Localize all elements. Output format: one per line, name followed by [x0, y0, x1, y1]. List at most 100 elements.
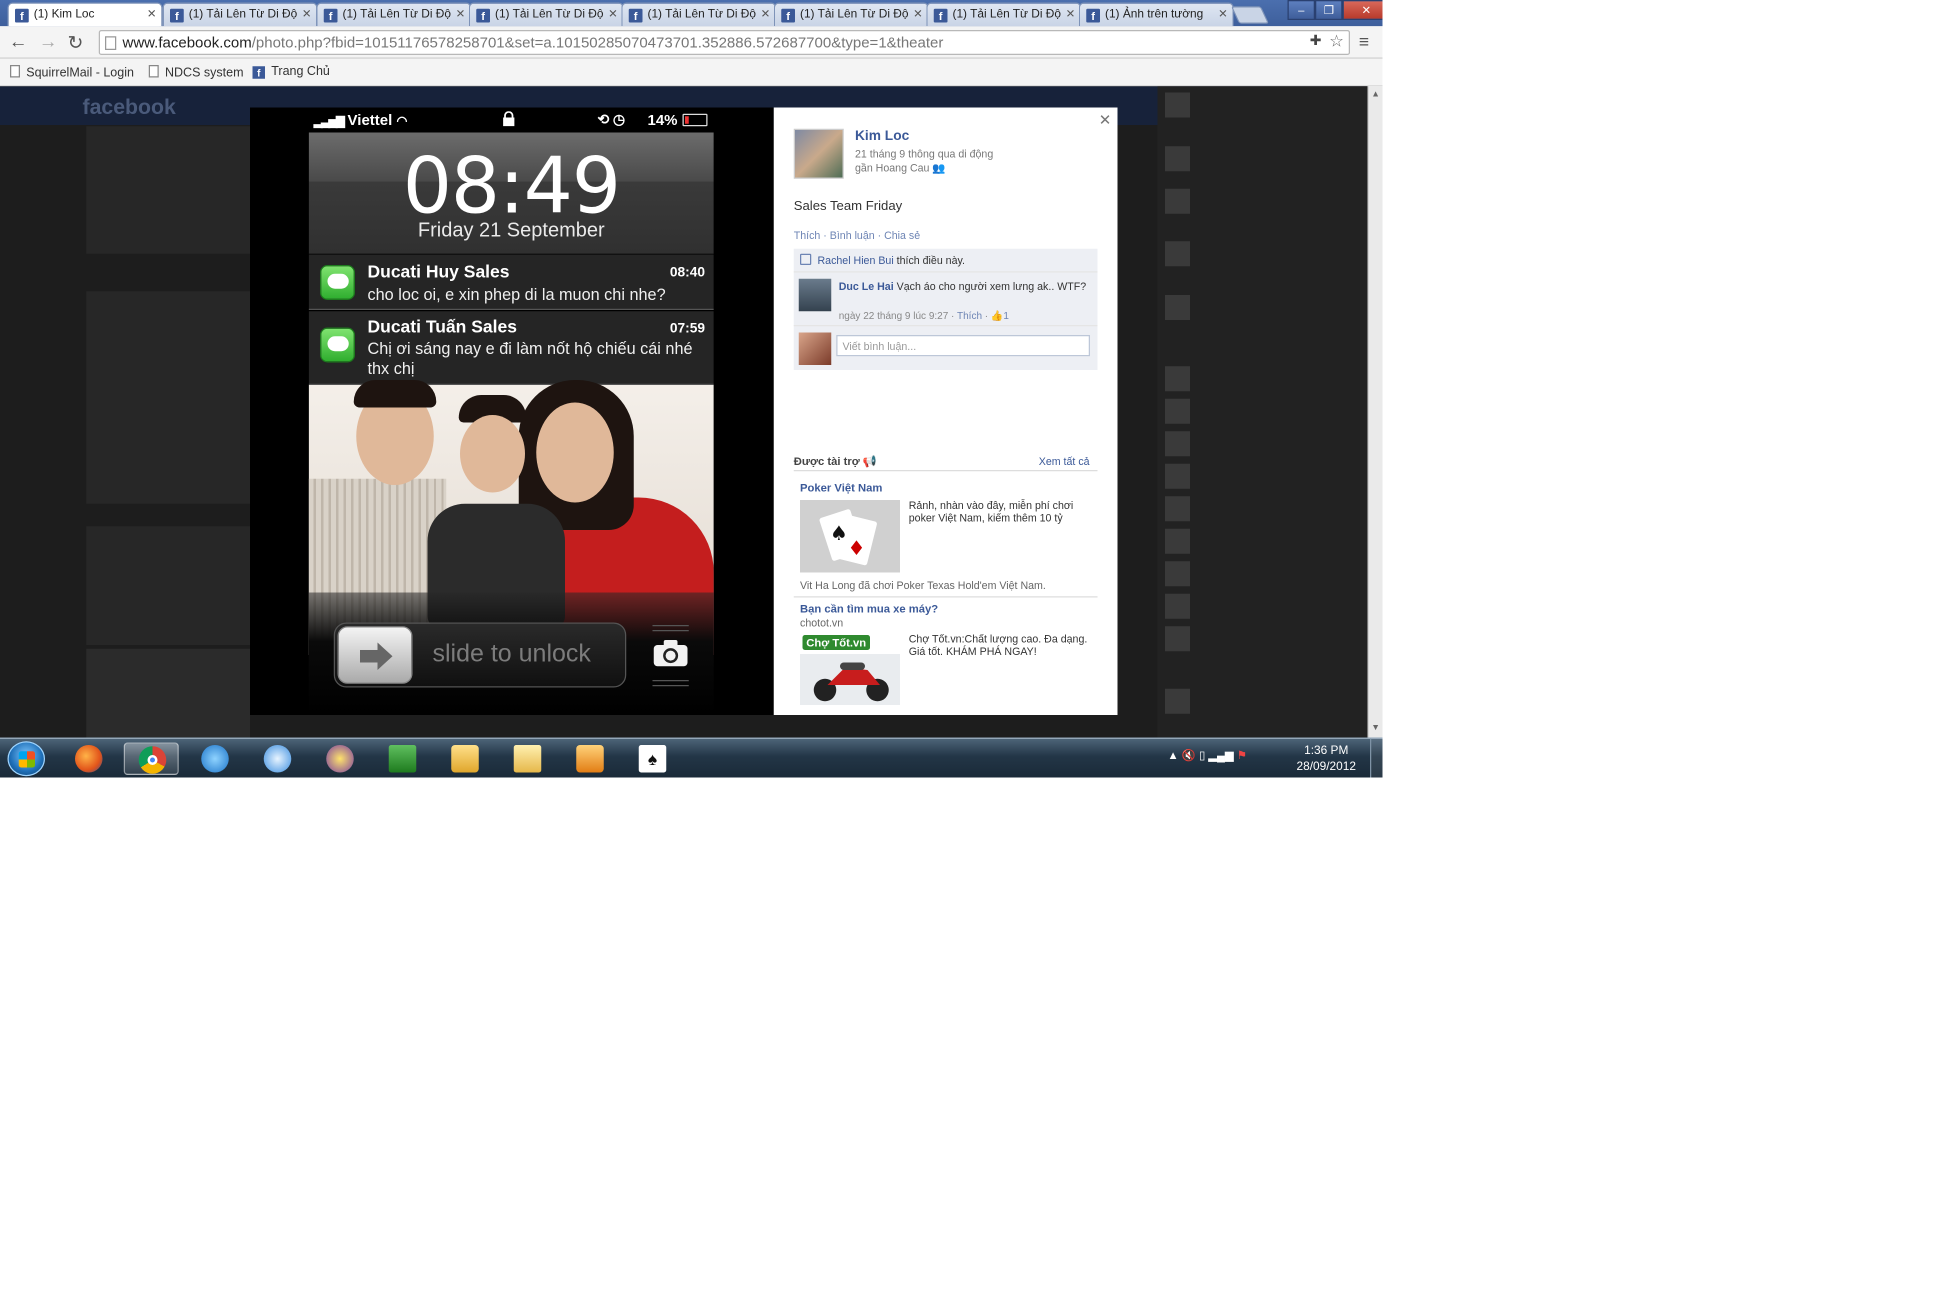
close-tab-icon[interactable]: ✕ — [913, 8, 922, 22]
lockscreen-time: 08:49 — [402, 140, 621, 232]
yahoo-messenger-taskbar-button[interactable] — [313, 743, 368, 776]
back-icon[interactable]: ← — [9, 31, 28, 52]
tab-upload-mobile[interactable]: f (1) Tải Lên Từ Di Độ ✕ — [621, 2, 777, 27]
outlook-taskbar-button[interactable] — [438, 743, 493, 776]
carrier-label: ▂▃▅▇ Viettel ◠ — [313, 111, 408, 129]
avatar — [1165, 188, 1190, 214]
internet-explorer-taskbar-button[interactable] — [188, 743, 243, 776]
comment-like-link[interactable]: Thích — [957, 310, 982, 321]
forward-icon[interactable]: → — [39, 31, 58, 52]
tab-upload-mobile[interactable]: f (1) Tải Lên Từ Di Độ ✕ — [926, 2, 1082, 27]
camera-icon[interactable] — [653, 638, 689, 668]
unlock-slider-knob[interactable] — [337, 626, 413, 684]
close-tab-icon[interactable]: ✕ — [1218, 8, 1227, 22]
tab-kim-loc[interactable]: f (1) Kim Loc ✕ — [7, 2, 163, 27]
battery-tray-icon[interactable]: ▯ — [1199, 749, 1205, 762]
taskbar-clock[interactable]: 1:36 PM 28/09/2012 — [1288, 743, 1366, 776]
system-tray-icons[interactable]: ▲ 🔇 ▯ ▂▄▆ ⚑ — [1168, 749, 1247, 763]
action-center-flag-icon[interactable]: ⚑ — [1237, 749, 1247, 762]
owner-name-link[interactable]: Kim Loc — [855, 129, 909, 144]
page-icon — [10, 65, 20, 78]
close-tab-icon[interactable]: ✕ — [456, 8, 465, 22]
like-comment-share-links[interactable]: Thích · Bình luận · Chia sẻ — [794, 229, 920, 242]
photo-caption: Sales Team Friday — [793, 198, 903, 214]
feedback-box: Rachel Hien Bui thích điều này. Duc Le H… — [793, 248, 1098, 370]
tab-label: (1) Tải Lên Từ Di Độ — [495, 7, 604, 22]
phone-status-bar: ▂▃▅▇ Viettel ◠ ⟲ ◷ 14% — [308, 107, 714, 133]
solitaire-taskbar-button[interactable]: ♠ — [625, 743, 680, 776]
bookmarks-bar: SquirrelMail - Login NDCS system f Trang … — [0, 58, 1383, 87]
avatar — [1165, 528, 1190, 554]
post-timestamp[interactable]: 21 tháng 9 thông qua di động — [855, 148, 993, 161]
extension-puzzle-icon[interactable]: ✚ — [1310, 33, 1322, 49]
itunes-taskbar-button[interactable] — [250, 743, 305, 776]
tab-upload-mobile[interactable]: f (1) Tải Lên Từ Di Độ ✕ — [162, 2, 318, 27]
menu-icon[interactable]: ≡ — [1359, 31, 1369, 51]
start-button[interactable] — [7, 741, 45, 777]
avatar — [1165, 688, 1190, 714]
firefox-taskbar-button[interactable] — [61, 743, 116, 776]
bookmark-trang-chu[interactable]: f Trang Chủ — [252, 65, 330, 79]
poker-cards-ad-image[interactable]: ♠♦ — [800, 500, 900, 573]
facebook-favicon-icon: f — [252, 66, 265, 79]
like-thumb-icon — [800, 253, 812, 265]
page-scrollbar[interactable]: ▲ ▼ — [1367, 86, 1383, 738]
excel-taskbar-button[interactable] — [375, 743, 430, 776]
close-tab-icon[interactable]: ✕ — [761, 8, 770, 22]
commenter-avatar[interactable] — [798, 278, 832, 312]
commenter-name-link[interactable]: Duc Le Hai — [839, 280, 894, 293]
close-tab-icon[interactable]: ✕ — [302, 8, 311, 22]
volume-muted-icon[interactable]: 🔇 — [1182, 749, 1196, 762]
camera-grip-line — [652, 680, 689, 682]
show-hidden-icons-icon[interactable]: ▲ — [1168, 749, 1179, 762]
comment-date[interactable]: ngày 22 tháng 9 lúc 9:27 — [839, 310, 949, 321]
sponsored-header: Được tài trợ 📢 — [793, 455, 877, 468]
notification-time: 08:40 — [669, 265, 705, 280]
bookmark-ndcs[interactable]: NDCS system — [148, 65, 243, 80]
address-bar[interactable]: www.facebook.com/photo.php?fbid=10151176… — [98, 30, 1350, 55]
bookmark-star-icon[interactable]: ☆ — [1329, 31, 1344, 51]
reload-icon[interactable]: ↻ — [68, 31, 84, 54]
tab-label: (1) Tải Lên Từ Di Độ — [188, 7, 298, 22]
tab-label: (1) Ảnh trên tường — [1105, 7, 1204, 22]
ad-description: Rảnh, nhàn vào đây, miễn phí chơi poker … — [908, 498, 1074, 524]
close-tab-icon[interactable]: ✕ — [147, 8, 156, 22]
owner-profile-picture[interactable] — [793, 128, 844, 179]
show-desktop-button[interactable] — [1370, 738, 1383, 778]
scroll-down-icon[interactable]: ▼ — [1371, 724, 1380, 733]
comment-meta: ngày 22 tháng 9 lúc 9:27 · Thích · 👍1 — [838, 310, 1009, 322]
messages-icon — [320, 265, 355, 300]
facebook-logo: facebook — [82, 95, 176, 119]
explorer-taskbar-button[interactable] — [500, 743, 555, 776]
new-tab-button[interactable] — [1230, 6, 1270, 24]
ad-title-link[interactable]: Bạn cần tìm mua xe máy? — [800, 603, 938, 616]
close-tab-icon[interactable]: ✕ — [608, 8, 617, 22]
camera-grip-line — [652, 685, 689, 687]
tab-upload-mobile[interactable]: f (1) Tải Lên Từ Di Độ ✕ — [316, 2, 472, 27]
media-player-taskbar-button[interactable] — [563, 743, 618, 776]
close-window-icon[interactable]: ✕ — [1342, 0, 1383, 20]
chrome-taskbar-button[interactable] — [123, 742, 179, 775]
network-signal-icon[interactable]: ▂▄▆ — [1208, 749, 1233, 762]
itunes-icon — [263, 745, 292, 773]
maximize-icon[interactable]: ❐ — [1315, 0, 1343, 20]
facebook-favicon-icon: f — [170, 8, 184, 23]
tab-wall-photos[interactable]: f (1) Ảnh trên tường ✕ — [1078, 2, 1234, 27]
close-theater-icon[interactable]: ✕ — [1099, 111, 1112, 129]
minimize-icon[interactable]: – — [1287, 0, 1315, 20]
comment-like-count[interactable]: 👍1 — [991, 310, 1009, 321]
comment-input[interactable]: Viết bình luận... — [836, 335, 1090, 357]
scroll-up-icon[interactable]: ▲ — [1371, 90, 1380, 99]
close-tab-icon[interactable]: ✕ — [1066, 8, 1075, 22]
tab-upload-mobile[interactable]: f (1) Tải Lên Từ Di Độ ✕ — [773, 2, 929, 27]
motorbike-ad-image[interactable]: Chợ Tốt.vn — [800, 632, 900, 705]
tab-upload-mobile[interactable]: f (1) Tải Lên Từ Di Độ ✕ — [468, 2, 624, 27]
windows-taskbar: ♠ ▲ 🔇 ▯ ▂▄▆ ⚑ 1:36 PM 28/09/2012 — [0, 737, 1383, 778]
likes-sentence: Rachel Hien Bui thích điều này. — [793, 249, 1098, 273]
url-host: www.facebook.com — [122, 33, 252, 52]
liker-name-link[interactable]: Rachel Hien Bui — [818, 254, 894, 267]
ad-title-link[interactable]: Poker Việt Nam — [800, 481, 882, 494]
see-all-ads-link[interactable]: Xem tất cả — [1039, 455, 1090, 468]
tab-label: (1) Tải Lên Từ Di Độ — [342, 7, 451, 22]
bookmark-squirrelmail[interactable]: SquirrelMail - Login — [10, 65, 134, 80]
